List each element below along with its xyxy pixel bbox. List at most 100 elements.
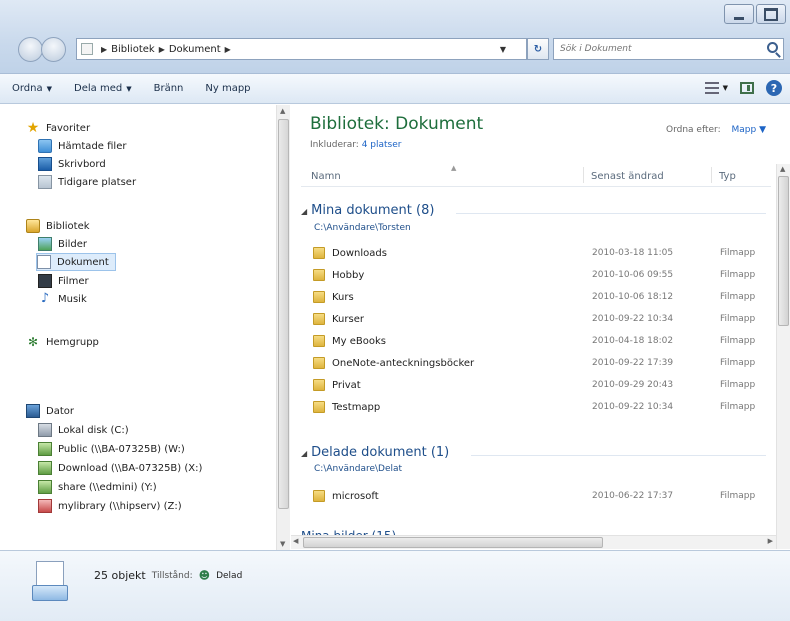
folder-icon	[313, 247, 325, 259]
new-folder-button[interactable]: Ny mapp	[197, 83, 258, 94]
forward-button[interactable]	[41, 36, 66, 62]
nav-drive-x[interactable]: Download (\\BA-07325B) (X:)	[38, 459, 202, 477]
file-list-scrollbar[interactable]: ▲	[776, 164, 790, 549]
nav-homegroup[interactable]: ✻ Hemgrupp	[26, 333, 99, 351]
nav-recent[interactable]: Tidigare platser	[38, 173, 136, 191]
address-bar[interactable]: ▶ Bibliotek ▶ Dokument ▶ ▼	[76, 38, 527, 60]
nav-drive-c[interactable]: Lokal disk (C:)	[38, 421, 129, 439]
maximize-button[interactable]	[756, 4, 786, 24]
nav-drive-y[interactable]: share (\\edmini) (Y:)	[38, 478, 157, 496]
breadcrumb-libraries[interactable]: Bibliotek	[111, 44, 155, 55]
nav-computer-label: Dator	[46, 405, 74, 417]
row-date: 2010-09-29 20:43	[592, 380, 674, 390]
scroll-up-icon[interactable]: ▲	[280, 107, 285, 115]
chevron-right-icon[interactable]: ▶	[101, 45, 107, 54]
address-dropdown-icon[interactable]: ▼	[500, 45, 506, 54]
network-drive-icon	[38, 442, 52, 456]
nav-music[interactable]: ♪ Musik	[38, 290, 87, 308]
row-date: 2010-10-06 18:12	[592, 292, 674, 302]
homegroup-icon: ✻	[27, 335, 39, 349]
includes-label: Inkluderar:	[310, 140, 359, 150]
search-icon[interactable]	[767, 42, 778, 53]
table-row[interactable]: Downloads 2010-03-18 11:05 Filmapp	[313, 244, 771, 264]
table-row[interactable]: Privat 2010-09-29 20:43 Filmapp	[313, 376, 771, 396]
preview-pane-icon[interactable]	[740, 82, 754, 94]
chevron-down-icon[interactable]: ▼	[723, 84, 728, 92]
refresh-button[interactable]: ↻	[527, 38, 549, 60]
table-row[interactable]: microsoft 2010-06-22 17:37 Filmapp	[313, 487, 771, 507]
scroll-up-icon[interactable]: ▲	[780, 165, 785, 173]
nav-pictures[interactable]: Bilder	[38, 235, 87, 253]
arrange-dropdown[interactable]: Mapp ▼	[731, 125, 766, 135]
status-info: 25 objekt Tillstånd: ☻ Delad	[94, 569, 242, 582]
table-row[interactable]: My eBooks 2010-04-18 18:02 Filmapp	[313, 332, 771, 352]
nav-drive-w-label: Public (\\BA-07325B) (W:)	[58, 443, 185, 455]
libraries-icon	[26, 219, 40, 233]
table-row[interactable]: Hobby 2010-10-06 09:55 Filmapp	[313, 266, 771, 286]
collapse-icon[interactable]: ◢	[301, 449, 307, 458]
table-row[interactable]: Kurser 2010-09-22 10:34 Filmapp	[313, 310, 771, 330]
nav-drive-z[interactable]: mylibrary (\\hipserv) (Z:)	[38, 497, 182, 515]
row-name: microsoft	[332, 490, 379, 502]
row-type: Filmapp	[720, 358, 756, 368]
scroll-left-icon[interactable]: ◀	[293, 537, 298, 545]
burn-button[interactable]: Bränn	[146, 83, 192, 94]
scroll-down-icon[interactable]: ▼	[280, 540, 285, 548]
nav-downloads[interactable]: Hämtade filer	[38, 137, 126, 155]
chevron-right-icon[interactable]: ▶	[225, 45, 231, 54]
row-date: 2010-09-22 10:34	[592, 402, 674, 412]
disconnected-drive-icon	[38, 499, 52, 513]
row-name: Kurs	[332, 291, 354, 303]
views-icon[interactable]	[704, 82, 719, 94]
col-type[interactable]: Typ	[719, 171, 736, 182]
help-icon[interactable]: ?	[766, 80, 782, 96]
organize-menu[interactable]: Ordna ▼	[4, 83, 60, 94]
col-modified[interactable]: Senast ändrad	[591, 171, 664, 182]
local-disk-icon	[38, 423, 52, 437]
col-name[interactable]: Namn	[311, 171, 341, 182]
nav-documents[interactable]: Dokument	[36, 253, 116, 271]
nav-homegroup-label: Hemgrupp	[46, 336, 99, 348]
nav-videos[interactable]: Filmer	[38, 272, 89, 290]
nav-favorites[interactable]: ★ Favoriter	[26, 119, 90, 137]
chevron-right-icon[interactable]: ▶	[159, 45, 165, 54]
chevron-down-icon: ▼	[46, 84, 53, 93]
breadcrumb-documents[interactable]: Dokument	[169, 44, 221, 55]
chevron-down-icon: ▼	[126, 84, 132, 93]
row-type: Filmapp	[720, 336, 756, 346]
nav-libraries[interactable]: Bibliotek	[26, 217, 90, 235]
back-button[interactable]	[18, 36, 43, 62]
row-type: Filmapp	[720, 491, 756, 501]
minimize-button[interactable]	[724, 4, 754, 24]
organize-label: Ordna	[12, 83, 43, 94]
table-row[interactable]: OneNote-anteckningsböcker 2010-09-22 17:…	[313, 354, 771, 374]
scroll-right-icon[interactable]: ▶	[768, 537, 773, 545]
group-header[interactable]: ◢ Mina dokument (8)	[301, 203, 434, 218]
nav-drive-z-label: mylibrary (\\hipserv) (Z:)	[58, 500, 182, 512]
computer-icon	[26, 404, 40, 418]
folder-icon	[313, 313, 325, 325]
table-row[interactable]: Kurs 2010-10-06 18:12 Filmapp	[313, 288, 771, 308]
share-menu[interactable]: Dela med ▼	[66, 83, 140, 94]
search-input[interactable]	[554, 39, 783, 59]
nav-scrollbar[interactable]: ▲ ▼	[276, 105, 290, 550]
row-type: Filmapp	[720, 270, 756, 280]
row-name: Hobby	[332, 269, 365, 281]
file-list-scroll-thumb[interactable]	[778, 176, 789, 326]
row-type: Filmapp	[720, 292, 756, 302]
collapse-icon[interactable]: ◢	[301, 207, 307, 216]
group-header[interactable]: ◢ Delade dokument (1)	[301, 445, 449, 460]
horizontal-scrollbar[interactable]: ◀ ▶	[291, 535, 776, 549]
row-date: 2010-10-06 09:55	[592, 270, 674, 280]
horizontal-scroll-thumb[interactable]	[303, 537, 603, 548]
nav-drive-w[interactable]: Public (\\BA-07325B) (W:)	[38, 440, 185, 458]
library-includes: Inkluderar: 4 platser	[310, 140, 401, 150]
table-row[interactable]: Testmapp 2010-09-22 10:34 Filmapp	[313, 398, 771, 418]
nav-libraries-label: Bibliotek	[46, 220, 90, 232]
nav-desktop[interactable]: Skrivbord	[38, 155, 106, 173]
search-box[interactable]	[553, 38, 784, 60]
nav-computer[interactable]: Dator	[26, 402, 74, 420]
includes-link[interactable]: 4 platser	[362, 140, 402, 150]
nav-scroll-thumb[interactable]	[278, 119, 289, 509]
folder-icon	[313, 401, 325, 413]
